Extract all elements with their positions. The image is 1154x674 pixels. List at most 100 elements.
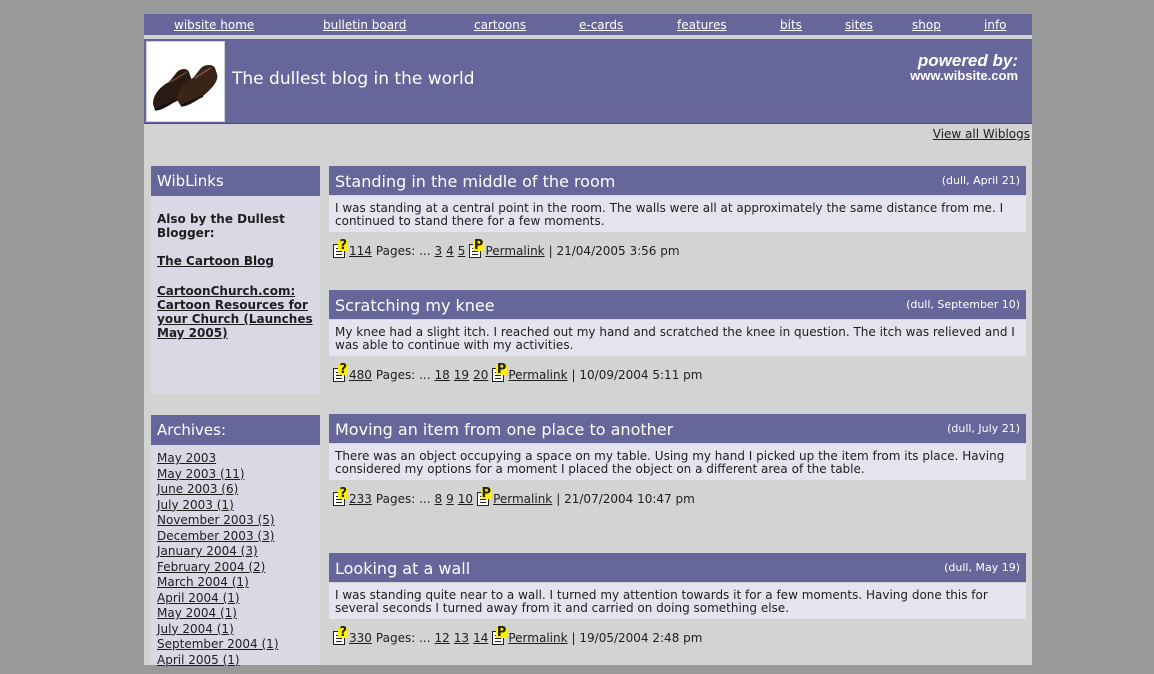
permalink-icon[interactable]: P — [492, 626, 508, 645]
blog-post: Scratching my knee (dull, September 10) … — [329, 290, 1026, 382]
permalink-link[interactable]: Permalink — [485, 244, 544, 258]
post-timestamp: | 19/05/2004 2:48 pm — [571, 631, 703, 645]
page-link[interactable]: 10 — [458, 492, 473, 506]
also-by-label: Also by the Dullest Blogger: — [157, 212, 285, 240]
post-meta: (dull, July 21) — [947, 422, 1020, 435]
post-meta: (dull, September 10) — [906, 298, 1020, 311]
archives-box: Archives: May 2003 May 2003 (11) June 20… — [151, 415, 320, 667]
post-title: Looking at a wall — [335, 559, 471, 578]
archive-link[interactable]: July 2003 (1) — [157, 498, 314, 514]
comments-count-link[interactable]: 233 — [349, 492, 372, 506]
archive-link[interactable]: March 2004 (1) — [157, 575, 314, 591]
post-meta: (dull, April 21) — [941, 174, 1020, 187]
post-header: Scratching my knee (dull, September 10) — [329, 290, 1026, 319]
wiblinks-box: WibLinks Also by the Dullest Blogger: Th… — [151, 166, 320, 394]
page-link[interactable]: 14 — [473, 631, 488, 645]
post-meta: (dull, May 19) — [944, 561, 1020, 574]
page-link[interactable]: 8 — [435, 492, 443, 506]
archive-link[interactable]: January 2004 (3) — [157, 544, 314, 560]
comments-count-link[interactable]: 330 — [349, 631, 372, 645]
archive-link[interactable]: June 2003 (6) — [157, 482, 314, 498]
shoes-logo-icon[interactable] — [146, 41, 225, 122]
page-link[interactable]: 5 — [458, 244, 466, 258]
post-timestamp: | 21/04/2005 3:56 pm — [548, 244, 680, 258]
post-body: There was an object occupying a space on… — [329, 444, 1026, 480]
archive-link[interactable]: May 2004 (1) — [157, 606, 314, 622]
comment-icon[interactable]: ? — [333, 487, 348, 506]
post-body: I was standing quite near to a wall. I t… — [329, 583, 1026, 619]
archives-list: May 2003 May 2003 (11) June 2003 (6) Jul… — [151, 445, 320, 674]
page-container: wibsite home bulletin board cartoons e-c… — [144, 14, 1032, 667]
post-footer: ? 330 Pages: ... 12 13 14 P Permalink | 19… — [329, 626, 1026, 645]
blog-banner: The dullest blog in the world powered by… — [144, 39, 1032, 124]
post-timestamp: | 21/07/2004 10:47 pm — [556, 492, 695, 506]
page-link[interactable]: 3 — [435, 244, 443, 258]
post-title: Moving an item from one place to another — [335, 420, 674, 439]
pages-label: Pages: ... — [375, 492, 431, 506]
pages-label: Pages: ... — [375, 368, 431, 382]
comments-count-link[interactable]: 114 — [349, 244, 372, 258]
nav-info[interactable]: info — [984, 18, 1007, 32]
permalink-icon[interactable]: P — [492, 363, 508, 382]
wiblinks-heading: WibLinks — [151, 166, 320, 196]
powered-by-label: powered by: — [917, 51, 1018, 70]
archive-link[interactable]: May 2003 — [157, 451, 314, 467]
powered-by-url: www.wibsite.com — [910, 68, 1018, 83]
archive-link[interactable]: May 2003 (11) — [157, 467, 314, 483]
post-timestamp: | 10/09/2004 5:11 pm — [571, 368, 703, 382]
post-body: I was standing at a central point in the… — [329, 196, 1026, 232]
permalink-icon[interactable]: P — [477, 487, 493, 506]
archive-link[interactable]: December 2003 (3) — [157, 529, 314, 545]
nav-wibsite-home[interactable]: wibsite home — [174, 18, 254, 32]
nav-sites[interactable]: sites — [845, 18, 873, 32]
pages-label: Pages: ... — [375, 244, 431, 258]
comment-icon[interactable]: ? — [333, 626, 348, 645]
cartoon-blog-link[interactable]: The Cartoon Blog — [157, 254, 314, 268]
page-link[interactable]: 12 — [435, 631, 450, 645]
nav-e-cards[interactable]: e-cards — [579, 18, 623, 32]
top-navigation: wibsite home bulletin board cartoons e-c… — [144, 14, 1032, 35]
post-title: Standing in the middle of the room — [335, 172, 616, 191]
page-link[interactable]: 20 — [473, 368, 488, 382]
page-link[interactable]: 13 — [454, 631, 469, 645]
page-link[interactable]: 4 — [446, 244, 454, 258]
page-link[interactable]: 19 — [454, 368, 469, 382]
post-header: Standing in the middle of the room (dull… — [329, 166, 1026, 195]
blog-post: Standing in the middle of the room (dull… — [329, 166, 1026, 258]
post-title: Scratching my knee — [335, 296, 495, 315]
permalink-icon[interactable]: P — [469, 239, 485, 258]
post-body: My knee had a slight itch. I reached out… — [329, 320, 1026, 356]
permalink-link[interactable]: Permalink — [493, 492, 552, 506]
permalink-link[interactable]: Permalink — [508, 368, 567, 382]
comment-icon[interactable]: ? — [333, 239, 348, 258]
powered-by-logo[interactable]: powered by: www.wibsite.com — [910, 51, 1018, 83]
pages-label: Pages: ... — [375, 631, 431, 645]
blog-post: Looking at a wall (dull, May 19) I was s… — [329, 553, 1026, 645]
archive-link[interactable]: February 2004 (2) — [157, 560, 314, 576]
nav-bits[interactable]: bits — [780, 18, 802, 32]
archive-link[interactable]: April 2004 (1) — [157, 591, 314, 607]
post-footer: ? 480 Pages: ... 18 19 20 P Permalink | 10… — [329, 363, 1026, 382]
comments-count-link[interactable]: 480 — [349, 368, 372, 382]
nav-features[interactable]: features — [677, 18, 727, 32]
cartoonchurch-link[interactable]: CartoonChurch.com: Cartoon Resources for… — [157, 284, 314, 340]
post-footer: ? 233 Pages: ... 8 9 10 P Permalink | 21/0… — [329, 487, 1026, 506]
archive-link[interactable]: November 2003 (5) — [157, 513, 314, 529]
page-link[interactable]: 18 — [435, 368, 450, 382]
view-all-wiblogs-link[interactable]: View all Wiblogs — [933, 127, 1030, 141]
archive-link[interactable]: July 2004 (1) — [157, 622, 314, 638]
page-link[interactable]: 9 — [446, 492, 454, 506]
nav-bulletin-board[interactable]: bulletin board — [323, 18, 406, 32]
post-header: Looking at a wall (dull, May 19) — [329, 553, 1026, 582]
archive-link[interactable]: April 2005 (1) — [157, 653, 314, 669]
blog-title: The dullest blog in the world — [232, 69, 475, 89]
comment-icon[interactable]: ? — [333, 363, 348, 382]
archives-heading: Archives: — [151, 415, 320, 445]
post-header: Moving an item from one place to another… — [329, 414, 1026, 443]
blog-post: Moving an item from one place to another… — [329, 414, 1026, 506]
nav-shop[interactable]: shop — [912, 18, 941, 32]
permalink-link[interactable]: Permalink — [508, 631, 567, 645]
archive-link[interactable]: September 2004 (1) — [157, 637, 314, 653]
nav-cartoons[interactable]: cartoons — [474, 18, 526, 32]
post-footer: ? 114 Pages: ... 3 4 5 P Permalink | 21/04… — [329, 239, 1026, 258]
